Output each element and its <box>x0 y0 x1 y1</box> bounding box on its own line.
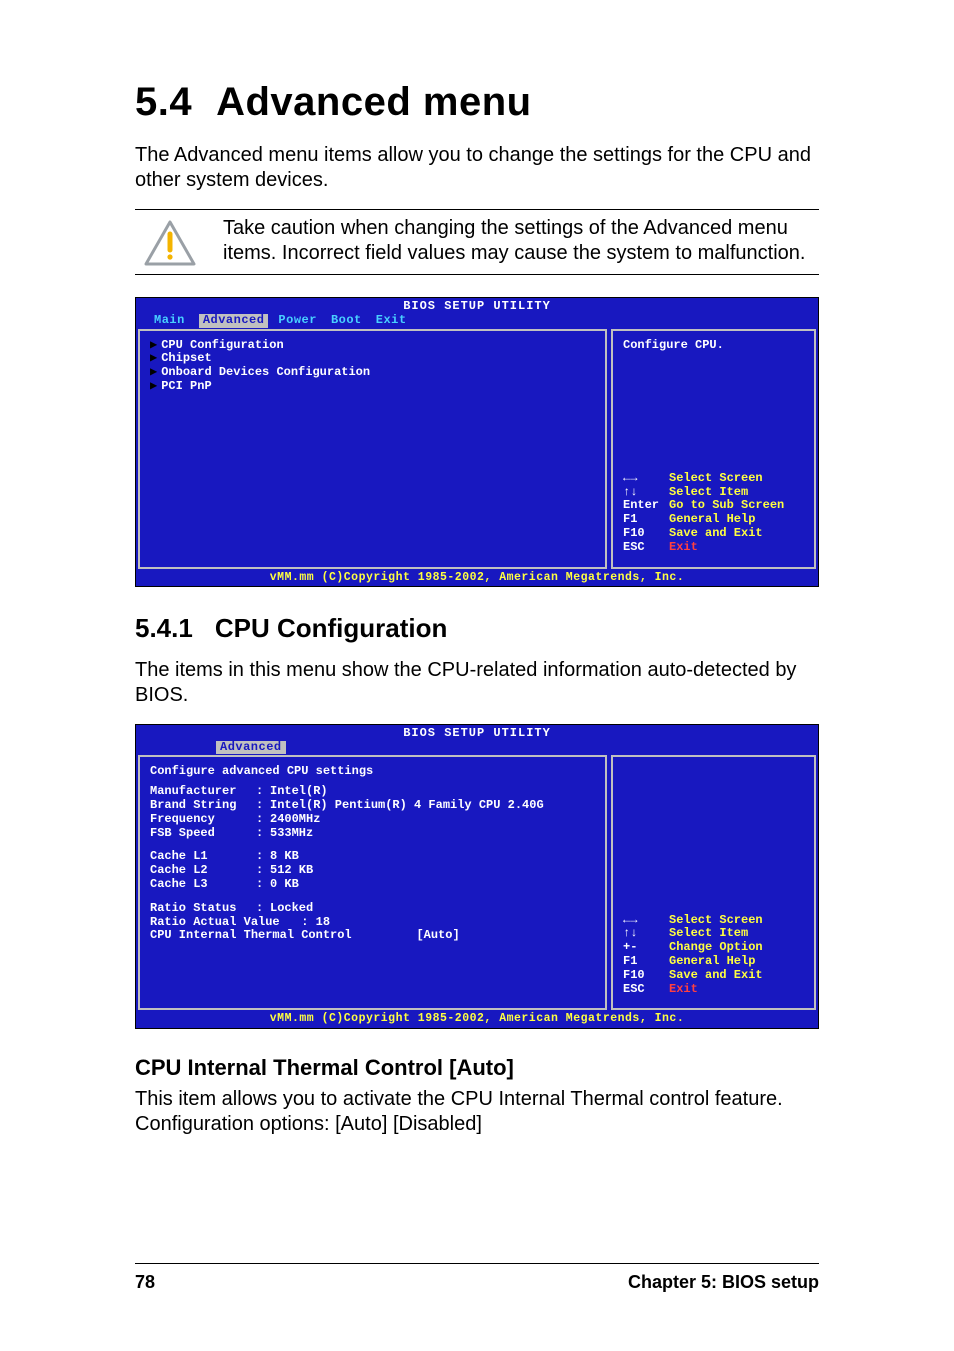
key-label: F1 <box>623 955 669 969</box>
key-label: F1 <box>623 513 669 527</box>
key-action: Save and Exit <box>669 527 763 541</box>
bios-cpu-panel: Configure advanced CPU settings Manufact… <box>138 755 607 1010</box>
subsection-intro: The items in this menu show the CPU-rela… <box>135 658 819 708</box>
subsection-heading: 5.4.1 CPU Configuration <box>135 613 819 644</box>
section-number: 5.4 <box>135 80 192 124</box>
page-footer: 78 Chapter 5: BIOS setup <box>135 1263 819 1293</box>
key-label: ↑↓ <box>623 927 669 941</box>
key-action: Select Item <box>669 486 748 500</box>
bios-keymap: ←→Select Screen ↑↓Select Item +-Change O… <box>623 914 804 997</box>
bios-copyright: vMM.mm (C)Copyright 1985-2002, American … <box>136 571 818 586</box>
bios-tab-exit[interactable]: Exit <box>376 314 421 328</box>
section-title-text: Advanced menu <box>216 80 531 124</box>
bios-keymap: ←→Select Screen ↑↓Select Item EnterGo to… <box>623 472 804 555</box>
bios-option-thermal[interactable]: CPU Internal Thermal Control [Auto] <box>150 929 595 943</box>
info-row: Frequency: 2400MHz <box>150 813 595 827</box>
key-label: ESC <box>623 541 669 555</box>
info-row: Manufacturer: Intel(R) <box>150 785 595 799</box>
info-row: Ratio Actual Value : 18 <box>150 916 595 930</box>
submenu-arrow-icon: ▶ <box>150 351 157 365</box>
bios-menu-item[interactable]: ▶PCI PnP <box>150 380 595 394</box>
key-action: Select Screen <box>669 914 763 928</box>
bios-menu-panel: ▶CPU Configuration ▶Chipset ▶Onboard Dev… <box>138 329 607 569</box>
bios-help-panel: ←→Select Screen ↑↓Select Item +-Change O… <box>611 755 816 1010</box>
key-action: Change Option <box>669 941 763 955</box>
section-intro: The Advanced menu items allow you to cha… <box>135 143 819 193</box>
key-action: Go to Sub Screen <box>669 499 784 513</box>
bios-title: BIOS SETUP UTILITY <box>136 298 818 314</box>
submenu-arrow-icon: ▶ <box>150 365 157 379</box>
key-label: ↑↓ <box>623 486 669 500</box>
caution-block: Take caution when changing the settings … <box>135 209 819 275</box>
info-row: Brand String: Intel(R) Pentium(R) 4 Fami… <box>150 799 595 813</box>
key-action: Save and Exit <box>669 969 763 983</box>
info-row: Cache L2: 512 KB <box>150 864 595 878</box>
key-label: F10 <box>623 969 669 983</box>
bios-tab-boot[interactable]: Boot <box>331 314 376 328</box>
bios-help-panel: Configure CPU. ←→Select Screen ↑↓Select … <box>611 329 816 569</box>
bios-panel-subtitle: Configure advanced CPU settings <box>150 765 595 785</box>
chapter-label: Chapter 5: BIOS setup <box>628 1272 819 1293</box>
field-heading: CPU Internal Thermal Control [Auto] <box>135 1055 819 1081</box>
key-action: Select Item <box>669 927 748 941</box>
bios-menu-item[interactable]: ▶CPU Configuration <box>150 339 595 353</box>
bios-menu-item[interactable]: ▶Onboard Devices Configuration <box>150 366 595 380</box>
key-label: F10 <box>623 527 669 541</box>
info-row: Cache L3: 0 KB <box>150 878 595 892</box>
subsection-number: 5.4.1 <box>135 613 193 643</box>
caution-text: Take caution when changing the settings … <box>205 216 819 266</box>
info-row: Cache L1: 8 KB <box>150 850 595 864</box>
info-row: Ratio Status: Locked <box>150 902 595 916</box>
bios-tab-bar: Advanced <box>136 741 818 756</box>
key-action: Exit <box>669 541 698 555</box>
key-label: +- <box>623 941 669 955</box>
bios-screenshot-advanced-menu: BIOS SETUP UTILITY Main Advanced Power B… <box>135 297 819 587</box>
key-action: Select Screen <box>669 472 763 486</box>
caution-icon <box>135 216 205 266</box>
info-row: FSB Speed: 533MHz <box>150 827 595 841</box>
bios-tab-power[interactable]: Power <box>278 314 331 328</box>
submenu-arrow-icon: ▶ <box>150 379 157 393</box>
bios-title: BIOS SETUP UTILITY <box>136 725 818 741</box>
bios-tab-advanced[interactable]: Advanced <box>199 314 269 328</box>
bios-tab-bar: Main Advanced Power Boot Exit <box>136 314 818 329</box>
key-label: ESC <box>623 983 669 997</box>
bios-tab-advanced[interactable]: Advanced <box>216 741 286 755</box>
field-description: This item allows you to activate the CPU… <box>135 1087 819 1137</box>
key-label: Enter <box>623 499 669 513</box>
key-action: General Help <box>669 513 755 527</box>
section-heading: 5.4 Advanced menu <box>135 80 819 125</box>
key-label: ←→ <box>623 914 669 928</box>
bios-screenshot-cpu-config: BIOS SETUP UTILITY Advanced Configure ad… <box>135 724 819 1029</box>
key-action: General Help <box>669 955 755 969</box>
bios-menu-item[interactable]: ▶Chipset <box>150 352 595 366</box>
bios-help-text: Configure CPU. <box>623 339 804 353</box>
page-number: 78 <box>135 1272 155 1293</box>
subsection-title-text: CPU Configuration <box>215 613 448 643</box>
bios-tab-main[interactable]: Main <box>154 314 199 328</box>
submenu-arrow-icon: ▶ <box>150 338 157 352</box>
key-action: Exit <box>669 983 698 997</box>
key-label: ←→ <box>623 472 669 486</box>
bios-copyright: vMM.mm (C)Copyright 1985-2002, American … <box>136 1012 818 1027</box>
